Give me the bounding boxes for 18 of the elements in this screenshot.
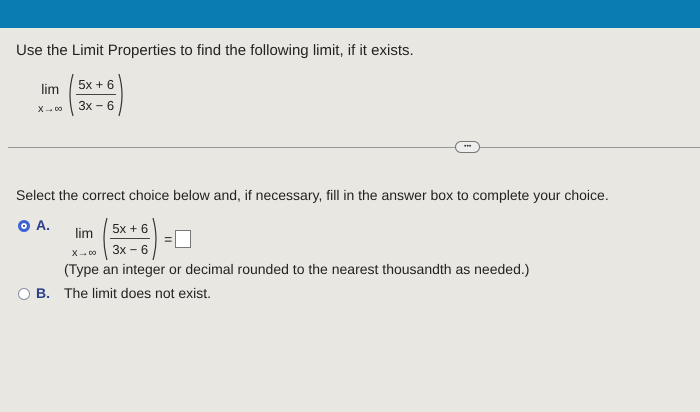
limit-subscript: x→∞: [38, 103, 62, 115]
limit-operator: lim: [75, 225, 94, 241]
answer-box[interactable]: [175, 230, 192, 248]
radio-button[interactable]: [18, 220, 30, 232]
numerator: 5x + 6: [110, 221, 150, 239]
question-text: Use the Limit Properties to find the following limit, if it exists.: [16, 42, 415, 59]
choice-text: The limit does not exist.: [64, 285, 212, 301]
limit-subscript: x→∞: [72, 247, 96, 259]
denominator: 3x − 6: [112, 241, 148, 257]
limit-operator: lim: [41, 81, 60, 97]
hint-text: (Type an integer or decimal rounded to the nearest thousandth as needed.): [64, 261, 530, 277]
radio-button[interactable]: [18, 288, 30, 300]
numerator: 5x + 6: [76, 77, 116, 95]
equals-sign: =: [164, 231, 172, 247]
choice-letter: B.: [36, 285, 51, 301]
denominator: 3x − 6: [78, 97, 114, 113]
instruction-text: Select the correct choice below and, if necessary, fill in the answer box to complete your choice.: [16, 187, 610, 203]
choice-letter: A.: [36, 217, 51, 233]
